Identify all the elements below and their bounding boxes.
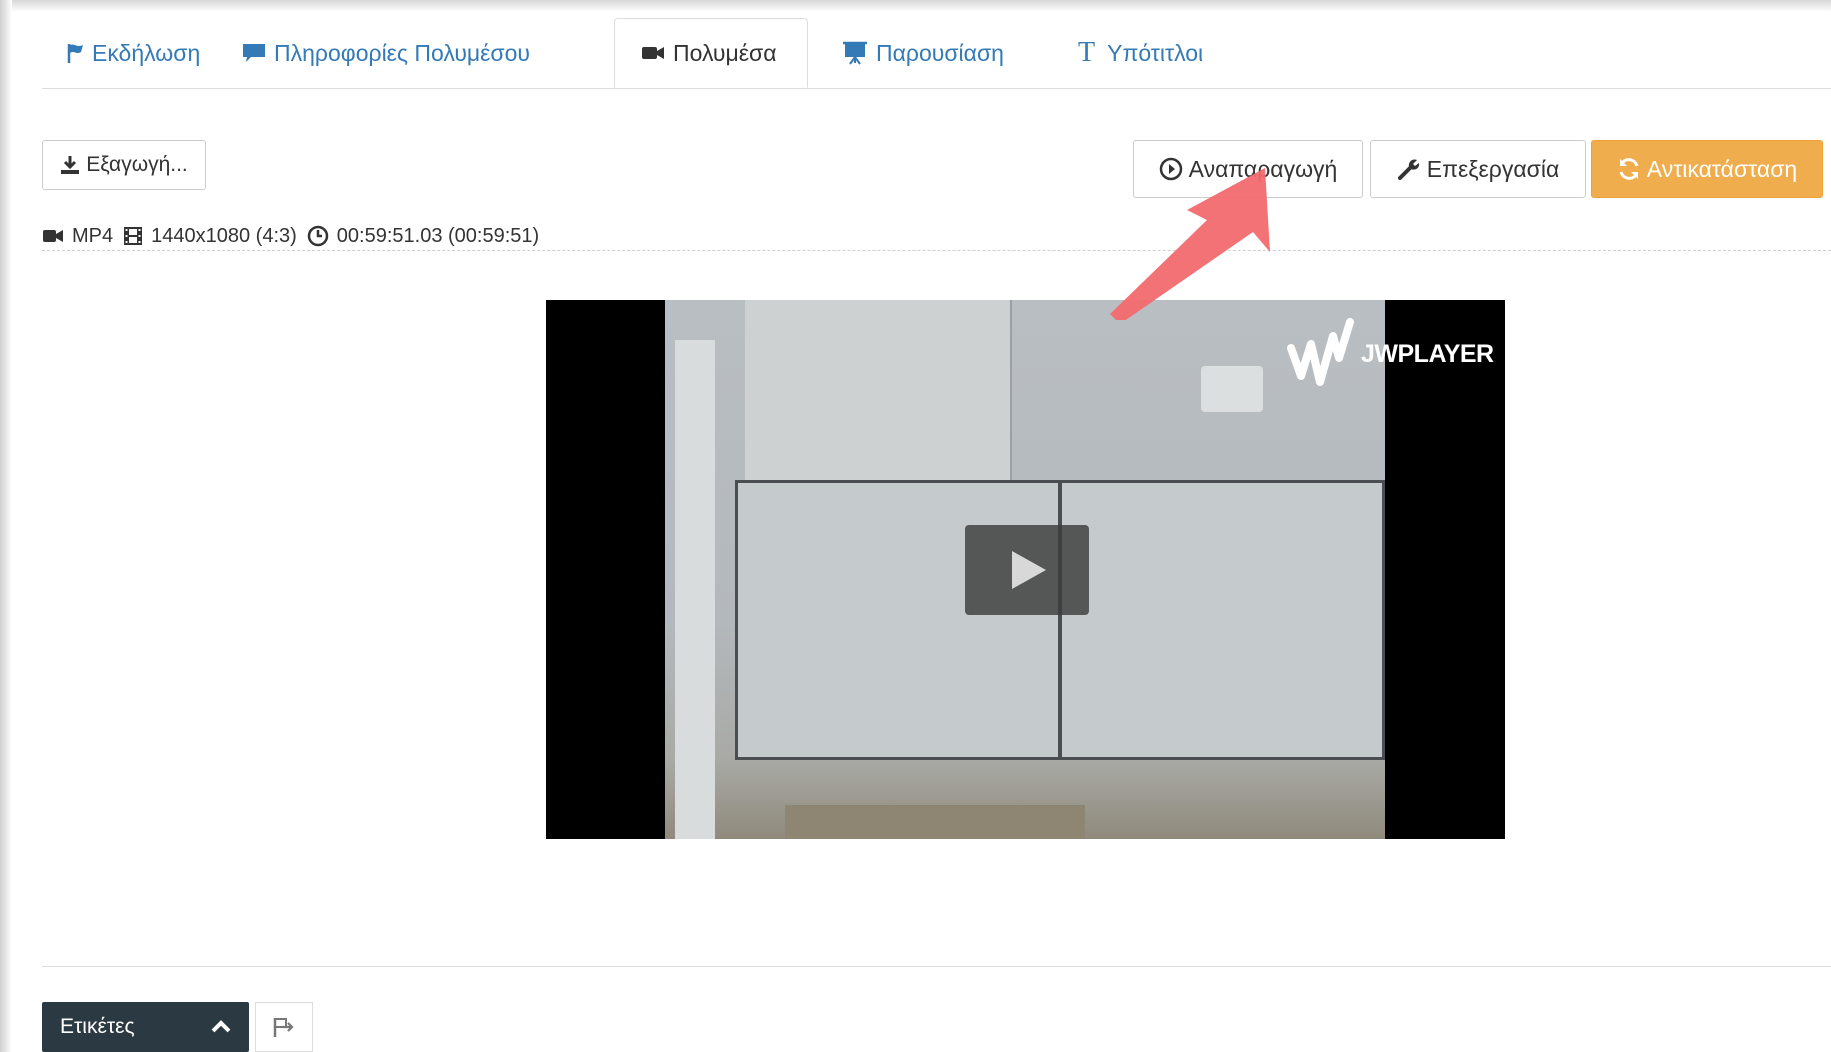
wall-column: [675, 340, 715, 839]
flag-icon: [66, 42, 84, 64]
edit-button[interactable]: Επεξεργασία: [1370, 140, 1586, 198]
play-icon: [1012, 551, 1046, 589]
bottom-divider: [42, 966, 1831, 967]
export-button[interactable]: Εξαγωγή...: [42, 140, 206, 190]
tab-media[interactable]: Πολυμέσα: [614, 18, 808, 88]
comment-icon: [242, 42, 266, 64]
jwplayer-logo: JWPLAYER: [1287, 318, 1494, 390]
text-icon: T: [1078, 37, 1096, 68]
tab-label: Πληροφορίες Πολυμέσου: [274, 39, 530, 66]
video-play-button[interactable]: [965, 525, 1089, 615]
flag-share-icon: [273, 1018, 294, 1037]
wall-outlet: [1201, 366, 1263, 412]
play-button[interactable]: Αναπαραγωγή: [1133, 140, 1363, 198]
tags-label: Ετικέτες: [60, 1015, 135, 1038]
clock-icon: [307, 225, 329, 247]
media-duration: 00:59:51.03 (00:59:51): [336, 224, 540, 247]
left-edge-shadow: [0, 0, 12, 1052]
refresh-icon: [1617, 157, 1641, 181]
tab-label: Υπότιτλοι: [1107, 39, 1204, 66]
whiteboard: [735, 480, 1385, 760]
media-info: MP4 1440x1080 (4:3) 00:59:51.03 (00:59:5…: [42, 222, 539, 250]
jwplayer-logo-mark: [1287, 318, 1354, 386]
share-flag-button[interactable]: [255, 1002, 313, 1052]
tags-toggle-button[interactable]: Ετικέτες: [42, 1002, 249, 1052]
edit-button-label: Επεξεργασία: [1426, 155, 1560, 182]
film-icon: [123, 226, 143, 246]
video-camera-icon: [641, 44, 665, 62]
tab-label: Εκδήλωση: [92, 39, 201, 66]
tab-label: Παρουσίαση: [876, 39, 1004, 66]
video-camera-icon: [42, 228, 64, 244]
info-divider: [42, 250, 1831, 251]
play-button-label: Αναπαραγωγή: [1188, 155, 1338, 182]
tab-media-info[interactable]: Πληροφορίες Πολυμέσου: [242, 18, 530, 88]
media-format: MP4: [72, 224, 114, 247]
jwplayer-brand: JWPLAYER: [1361, 339, 1494, 368]
media-resolution: 1440x1080 (4:3): [151, 224, 297, 247]
tab-label: Πολυμέσα: [673, 39, 777, 66]
desk: [785, 805, 1085, 839]
export-button-label: Εξαγωγή...: [86, 153, 188, 176]
chevron-up-icon: [211, 1015, 231, 1039]
tab-presentation[interactable]: Παρουσίαση: [842, 18, 1004, 88]
wrench-icon: [1397, 157, 1421, 181]
play-circle-icon: [1159, 157, 1183, 181]
top-edge-shadow: [0, 0, 1831, 12]
tab-subtitles[interactable]: T Υπότιτλοι: [1078, 18, 1203, 88]
download-icon: [60, 155, 80, 175]
tab-event[interactable]: Εκδήλωση: [66, 18, 200, 88]
presentation-icon: [842, 41, 868, 65]
replace-button-label: Αντικατάσταση: [1646, 155, 1798, 182]
media-tabs: Εκδήλωση Πληροφορίες Πολυμέσου Πολυμέσα …: [42, 18, 1831, 89]
replace-button[interactable]: Αντικατάσταση: [1591, 140, 1823, 198]
